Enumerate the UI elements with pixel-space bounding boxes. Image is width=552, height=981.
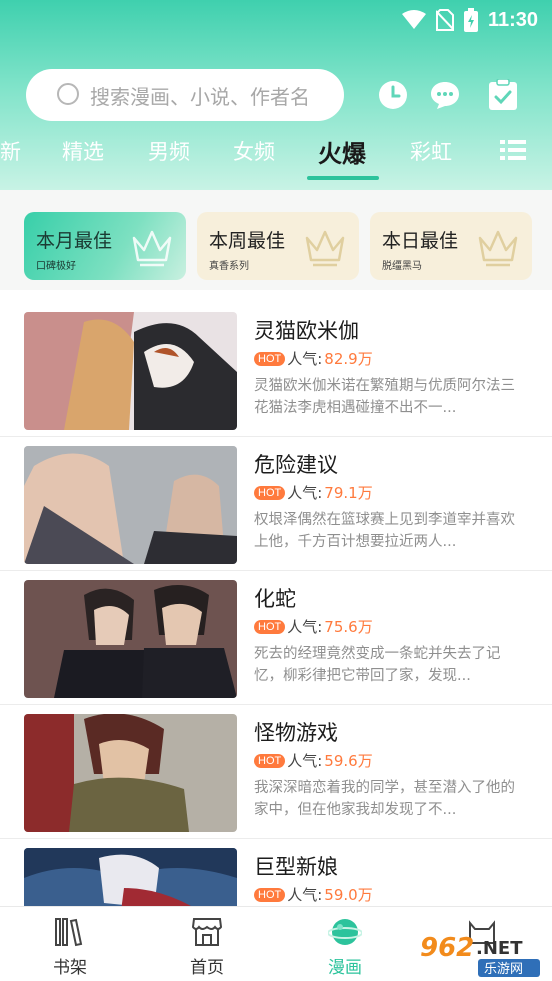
comic-title: 化蛇 <box>254 587 296 611</box>
tab-hot[interactable]: 火爆 <box>318 134 366 169</box>
planet-icon <box>328 919 362 945</box>
checklist-icon <box>489 79 517 110</box>
no-sim-icon <box>435 9 454 31</box>
list-item[interactable]: 危险建议 HOT 人气: 79.1万 权垠泽偶然在篮球赛上见到李道宰并喜欢上他，… <box>0 437 552 571</box>
clock-icon <box>379 81 407 109</box>
popularity-value: 79.1万 <box>324 484 373 502</box>
messages-button[interactable] <box>428 78 462 112</box>
bookshelf-icon <box>55 918 83 947</box>
comic-title: 怪物游戏 <box>254 721 338 745</box>
comic-cover-image <box>24 714 237 832</box>
popularity-row: HOT 人气: 79.1万 <box>254 482 373 503</box>
tab-female[interactable]: 女频 <box>233 136 275 166</box>
tab-featured[interactable]: 精选 <box>62 136 104 166</box>
hot-badge: HOT <box>254 619 286 634</box>
rank-card-month[interactable]: 本月最佳 口碑极好 <box>24 212 186 280</box>
crown-icon <box>132 230 172 267</box>
crown-icon <box>478 230 518 267</box>
nav-label: 漫画 <box>328 958 362 978</box>
menu-icon[interactable] <box>500 138 528 162</box>
nav-home[interactable]: 首页 <box>157 907 257 981</box>
store-icon <box>191 918 223 946</box>
checkin-button[interactable] <box>486 78 520 112</box>
popularity-label: 人气: <box>287 484 323 502</box>
popularity-label: 人气: <box>287 886 323 904</box>
site-watermark-logo: 962 .NET 乐游网 <box>420 933 540 977</box>
nav-bookshelf[interactable]: 书架 <box>20 907 120 981</box>
comic-cover-image <box>24 446 237 564</box>
crown-icon <box>305 230 345 267</box>
tab-male[interactable]: 男频 <box>148 136 190 166</box>
rank-card-day[interactable]: 本日最佳 脱缰黑马 <box>370 212 532 280</box>
popularity-row: HOT 人气: 82.9万 <box>254 348 373 369</box>
comic-cover-image <box>24 580 237 698</box>
popularity-value: 59.0万 <box>324 886 373 904</box>
tab-new[interactable]: 新 <box>0 136 21 166</box>
list-item[interactable]: 灵猫欧米伽 HOT 人气: 82.9万 灵猫欧米伽米诺在繁殖期与优质阿尔法三花猫… <box>0 303 552 437</box>
hot-badge: HOT <box>254 887 286 902</box>
popularity-label: 人气: <box>287 618 323 636</box>
chat-icon <box>431 82 459 109</box>
popularity-row: HOT 人气: 59.0万 <box>254 884 373 905</box>
nav-label: 首页 <box>190 958 224 978</box>
comic-title: 灵猫欧米伽 <box>254 319 359 343</box>
comic-title: 危险建议 <box>254 453 338 477</box>
search-placeholder: 搜索漫画、小说、作者名 <box>90 84 310 109</box>
popularity-row: HOT 人气: 75.6万 <box>254 616 373 637</box>
comic-description: 死去的经理竟然变成一条蛇并失去了记忆，柳彩律把它带回了家，发现... <box>254 646 501 684</box>
popularity-value: 59.6万 <box>324 752 373 770</box>
popularity-label: 人气: <box>287 350 323 368</box>
comic-cover-image <box>24 312 237 430</box>
comic-description: 我深深暗恋着我的同学，甚至潜入了他的家中，但在他家我却发现了不... <box>254 780 515 818</box>
tab-active-indicator <box>307 176 379 180</box>
popularity-row: HOT 人气: 59.6万 <box>254 750 373 771</box>
nav-label: 书架 <box>53 958 87 978</box>
history-button[interactable] <box>376 78 410 112</box>
wifi-icon <box>401 10 426 29</box>
list-item[interactable]: 巨型新娘 HOT 人气: 59.0万 <box>0 839 552 966</box>
svg-text:.NET: .NET <box>476 938 523 959</box>
popularity-label: 人气: <box>287 752 323 770</box>
battery-icon <box>463 8 478 32</box>
hot-badge: HOT <box>254 753 286 768</box>
hot-badge: HOT <box>254 351 286 366</box>
comic-description: 灵猫欧米伽米诺在繁殖期与优质阿尔法三花猫法李虎相遇碰撞不出不一... <box>254 378 515 416</box>
category-tabs: 新 精选 男频 女频 火爆 彩虹 <box>0 128 552 184</box>
list-item[interactable]: 化蛇 HOT 人气: 75.6万 死去的经理竟然变成一条蛇并失去了记忆，柳彩律把… <box>0 571 552 705</box>
comic-title: 巨型新娘 <box>254 855 338 879</box>
svg-text:乐游网: 乐游网 <box>484 962 523 977</box>
status-bar: 11:30 <box>0 0 552 40</box>
rank-card-week[interactable]: 本周最佳 真香系列 <box>197 212 359 280</box>
nav-comics[interactable]: 漫画 <box>295 907 395 981</box>
popularity-value: 82.9万 <box>324 350 373 368</box>
hot-badge: HOT <box>254 485 286 500</box>
list-item[interactable]: 怪物游戏 HOT 人气: 59.6万 我深深暗恋着我的同学，甚至潜入了他的家中，… <box>0 705 552 839</box>
comic-description: 权垠泽偶然在篮球赛上见到李道宰并喜欢上他，千方百计想要拉近两人... <box>254 512 515 550</box>
status-time: 11:30 <box>487 8 538 31</box>
search-icon <box>57 83 79 105</box>
tab-rainbow[interactable]: 彩虹 <box>410 136 452 166</box>
popularity-value: 75.6万 <box>324 618 373 636</box>
search-input[interactable]: 搜索漫画、小说、作者名 <box>26 69 344 121</box>
svg-text:962: 962 <box>420 933 474 963</box>
